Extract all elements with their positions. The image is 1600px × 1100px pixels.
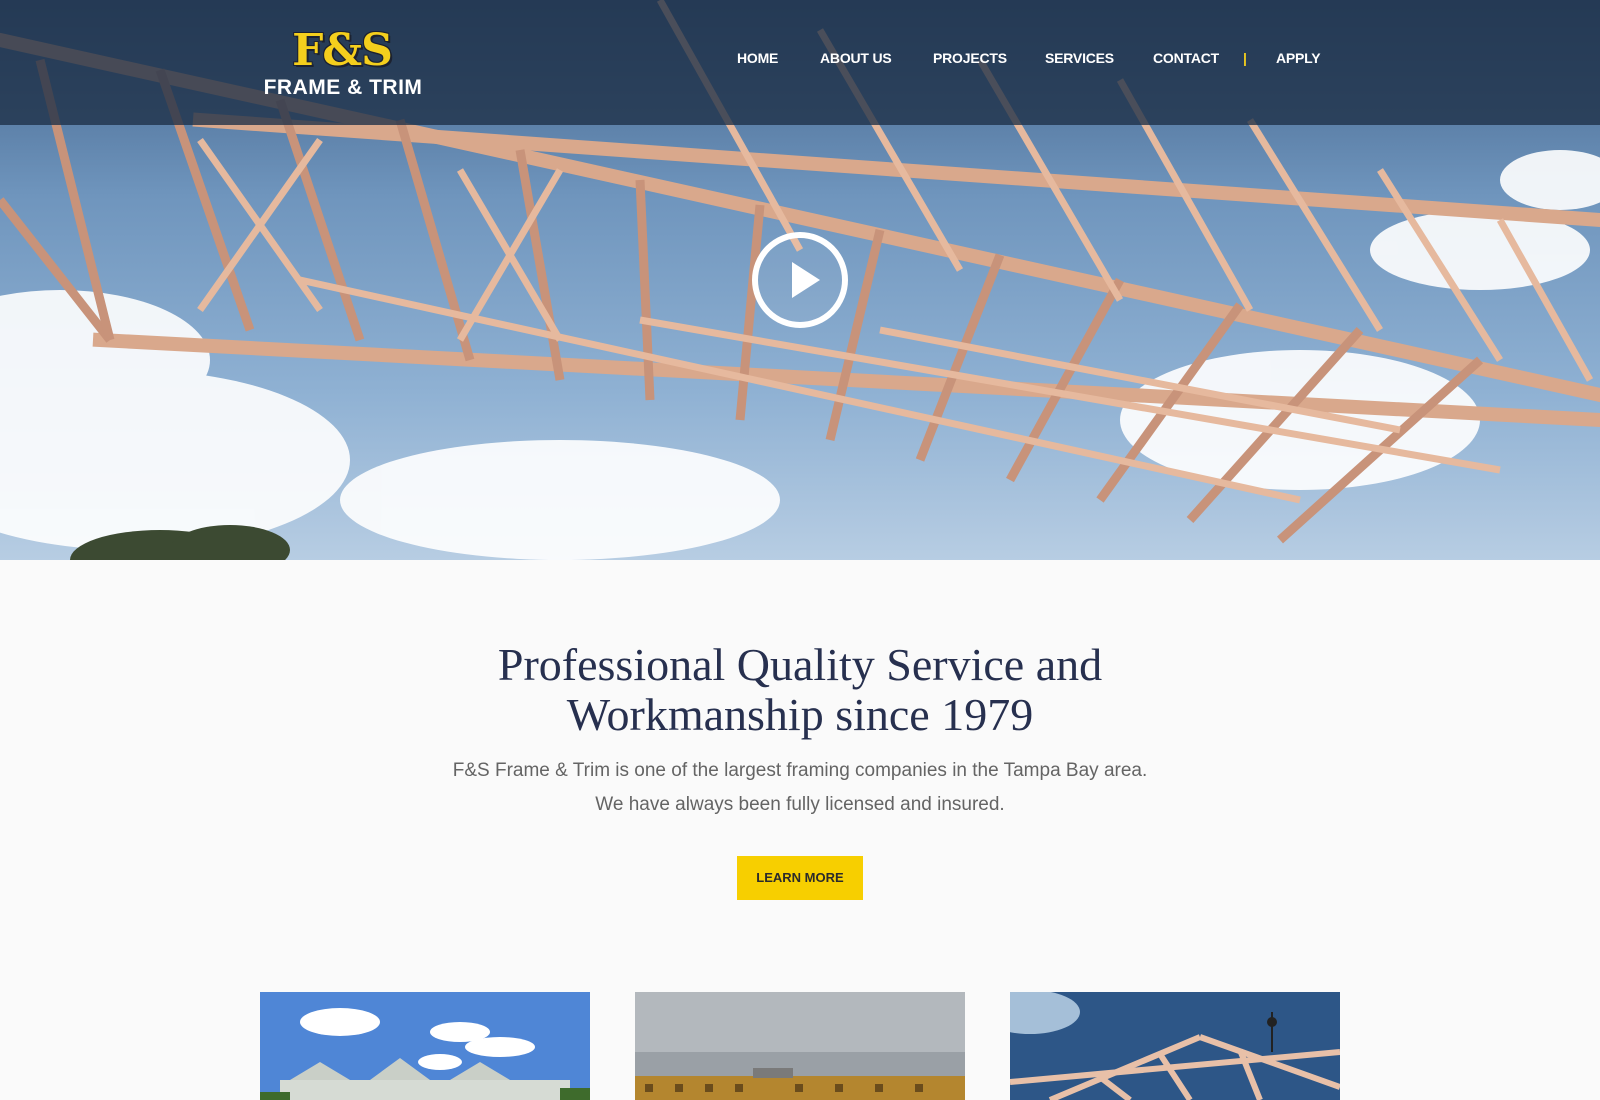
play-icon xyxy=(792,262,820,298)
logo-wordmark: FRAME & TRIM xyxy=(263,76,423,99)
nav-home[interactable]: HOME xyxy=(737,49,778,67)
project-card-truss[interactable] xyxy=(1010,992,1340,1100)
learn-more-button[interactable]: LEARN MORE xyxy=(737,856,863,900)
intro-heading: Professional Quality Service and Workman… xyxy=(497,639,1103,740)
nav-contact[interactable]: CONTACT xyxy=(1153,49,1219,67)
nav-projects[interactable]: PROJECTS xyxy=(933,49,1007,67)
main-nav: HOME ABOUT US PROJECTS SERVICES CONTACT … xyxy=(0,49,1600,69)
apartment-framing-photo xyxy=(635,992,965,1100)
nav-separator: | xyxy=(1243,50,1247,66)
mansion-photo xyxy=(260,992,590,1100)
intro-body: F&S Frame & Trim is one of the largest f… xyxy=(452,760,1148,815)
hero-video[interactable]: F&S FRAME & TRIM HOME ABOUT US PROJECTS … xyxy=(0,0,1600,560)
nav-apply[interactable]: APPLY xyxy=(1276,49,1321,67)
truss-lift-photo xyxy=(1010,992,1340,1100)
play-button[interactable] xyxy=(752,232,848,328)
nav-services[interactable]: SERVICES xyxy=(1045,49,1114,67)
project-card-mansion[interactable] xyxy=(260,992,590,1100)
intro-section: Professional Quality Service and Workman… xyxy=(0,640,1600,822)
project-card-apartments[interactable] xyxy=(635,992,965,1100)
nav-about-us[interactable]: ABOUT US xyxy=(820,49,892,67)
